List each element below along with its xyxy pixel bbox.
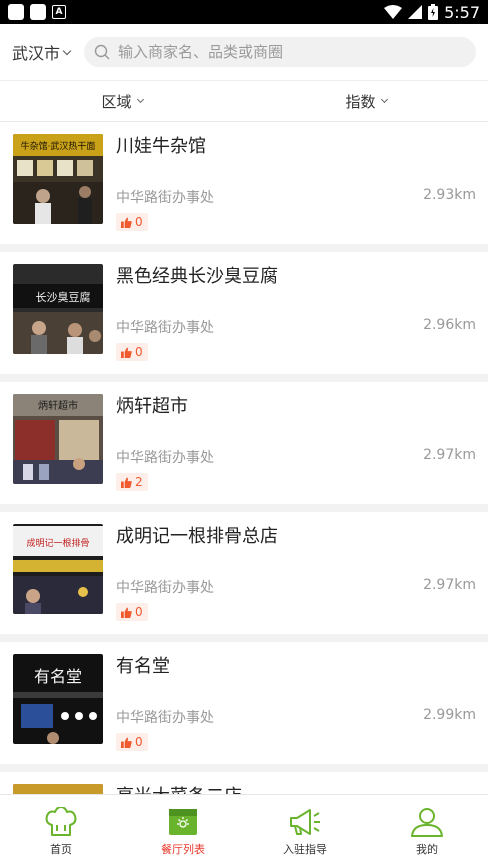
restaurant-card[interactable]: 长沙臭豆腐 黑色经典长沙臭豆腐 中华路街办事处 2.96km 0 bbox=[0, 252, 488, 382]
tab-restaurant-list[interactable]: 餐厅列表 bbox=[122, 795, 244, 868]
restaurant-photo bbox=[13, 784, 103, 794]
restaurant-card[interactable]: 炳轩超市 炳轩超市 中华路街办事处 2.97km 2 bbox=[0, 382, 488, 512]
restaurant-photo: 炳轩超市 bbox=[13, 394, 103, 484]
search-box[interactable] bbox=[84, 37, 476, 67]
sign-text: 有名堂 bbox=[34, 667, 82, 686]
like-badge[interactable]: 2 bbox=[116, 473, 148, 491]
like-badge[interactable]: 0 bbox=[116, 343, 148, 361]
restaurant-list[interactable]: 牛杂馆·武汉热干面 川娃牛杂馆 中华路街办事处 2.93km 0 长沙臭豆腐 黑… bbox=[0, 122, 488, 794]
restaurant-card[interactable]: 有名堂 有名堂 中华路街办事处 2.99km 0 bbox=[0, 642, 488, 772]
city-selector[interactable]: 武汉市 bbox=[12, 40, 84, 64]
tab-guide-label: 入驻指导 bbox=[283, 843, 327, 856]
top-header: 武汉市 bbox=[0, 24, 488, 80]
filter-index-label: 指数 bbox=[345, 92, 376, 111]
like-count: 0 bbox=[135, 345, 143, 359]
thumbs-up-icon bbox=[121, 346, 132, 358]
restaurant-card[interactable]: 亭光大菜条二店 bbox=[0, 772, 488, 794]
restaurant-name: 亭光大菜条二店 bbox=[116, 782, 242, 794]
search-icon bbox=[94, 44, 110, 60]
a-notification-icon: A bbox=[52, 5, 66, 19]
restaurant-address: 中华路街办事处 bbox=[116, 450, 214, 466]
restaurant-distance: 2.96km bbox=[423, 317, 476, 333]
bottom-tab-bar: 首页 餐厅列表 入驻指导 我的 bbox=[0, 794, 488, 868]
chef-hat-icon bbox=[45, 807, 77, 836]
chevron-down-icon bbox=[380, 95, 388, 104]
restaurant-name: 有名堂 bbox=[116, 656, 170, 677]
restaurant-distance: 2.99km bbox=[423, 707, 476, 723]
tab-home-label: 首页 bbox=[50, 843, 72, 856]
tab-mine[interactable]: 我的 bbox=[366, 795, 488, 868]
like-count: 0 bbox=[135, 215, 143, 229]
restaurant-name: 川娃牛杂馆 bbox=[116, 136, 206, 157]
user-icon bbox=[411, 808, 443, 837]
restaurant-address: 中华路街办事处 bbox=[116, 320, 214, 336]
restaurant-photo: 有名堂 bbox=[13, 654, 103, 744]
tab-mine-label: 我的 bbox=[416, 843, 438, 856]
like-badge[interactable]: 0 bbox=[116, 733, 148, 751]
like-badge[interactable]: 0 bbox=[116, 213, 148, 231]
notification-icon bbox=[30, 4, 46, 20]
status-bar: A 5:57 bbox=[0, 0, 488, 24]
wifi-icon bbox=[384, 5, 403, 19]
tab-home[interactable]: 首页 bbox=[0, 795, 122, 868]
thumbs-up-icon bbox=[121, 476, 132, 488]
sign-text: 长沙臭豆腐 bbox=[36, 290, 91, 304]
sign-text: 牛杂馆·武汉热干面 bbox=[21, 140, 96, 152]
thumbs-up-icon bbox=[121, 216, 132, 228]
restaurant-photo: 成明记一根排骨 bbox=[13, 524, 103, 614]
status-time: 5:57 bbox=[444, 2, 480, 22]
city-label: 武汉市 bbox=[12, 44, 61, 63]
restaurant-store-icon bbox=[169, 809, 197, 835]
notification-icon bbox=[8, 4, 24, 20]
restaurant-address: 中华路街办事处 bbox=[116, 710, 214, 726]
filter-index-dropdown[interactable]: 指数 bbox=[244, 81, 488, 121]
filter-area-dropdown[interactable]: 区域 bbox=[0, 81, 244, 121]
restaurant-photo: 长沙臭豆腐 bbox=[13, 264, 103, 354]
like-count: 0 bbox=[135, 605, 143, 619]
sign-text: 炳轩超市 bbox=[38, 399, 78, 412]
battery-icon bbox=[428, 4, 439, 20]
thumbs-up-icon bbox=[121, 736, 132, 748]
restaurant-distance: 2.97km bbox=[423, 577, 476, 593]
restaurant-distance: 2.97km bbox=[423, 447, 476, 463]
restaurant-name: 黑色经典长沙臭豆腐 bbox=[116, 266, 278, 287]
chevron-down-icon bbox=[62, 46, 72, 55]
like-badge[interactable]: 0 bbox=[116, 603, 148, 621]
thumbs-up-icon bbox=[121, 606, 132, 618]
restaurant-distance: 2.93km bbox=[423, 187, 476, 203]
restaurant-photo: 牛杂馆·武汉热干面 bbox=[13, 134, 103, 224]
chevron-down-icon bbox=[136, 95, 144, 104]
filter-area-label: 区域 bbox=[101, 92, 132, 111]
restaurant-name: 炳轩超市 bbox=[116, 396, 188, 417]
restaurant-card[interactable]: 牛杂馆·武汉热干面 川娃牛杂馆 中华路街办事处 2.93km 0 bbox=[0, 122, 488, 252]
restaurant-name: 成明记一根排骨总店 bbox=[116, 526, 278, 547]
filter-bar: 区域 指数 bbox=[0, 80, 488, 122]
search-input[interactable] bbox=[118, 43, 466, 61]
restaurant-card[interactable]: 成明记一根排骨 成明记一根排骨总店 中华路街办事处 2.97km 0 bbox=[0, 512, 488, 642]
tab-guide[interactable]: 入驻指导 bbox=[244, 795, 366, 868]
restaurant-address: 中华路街办事处 bbox=[116, 190, 214, 206]
restaurant-address: 中华路街办事处 bbox=[116, 580, 214, 596]
signal-icon bbox=[408, 5, 423, 19]
sign-text: 成明记一根排骨 bbox=[26, 537, 89, 549]
like-count: 2 bbox=[135, 475, 143, 489]
like-count: 0 bbox=[135, 735, 143, 749]
megaphone-icon bbox=[290, 809, 320, 835]
tab-restaurant-list-label: 餐厅列表 bbox=[161, 843, 205, 856]
